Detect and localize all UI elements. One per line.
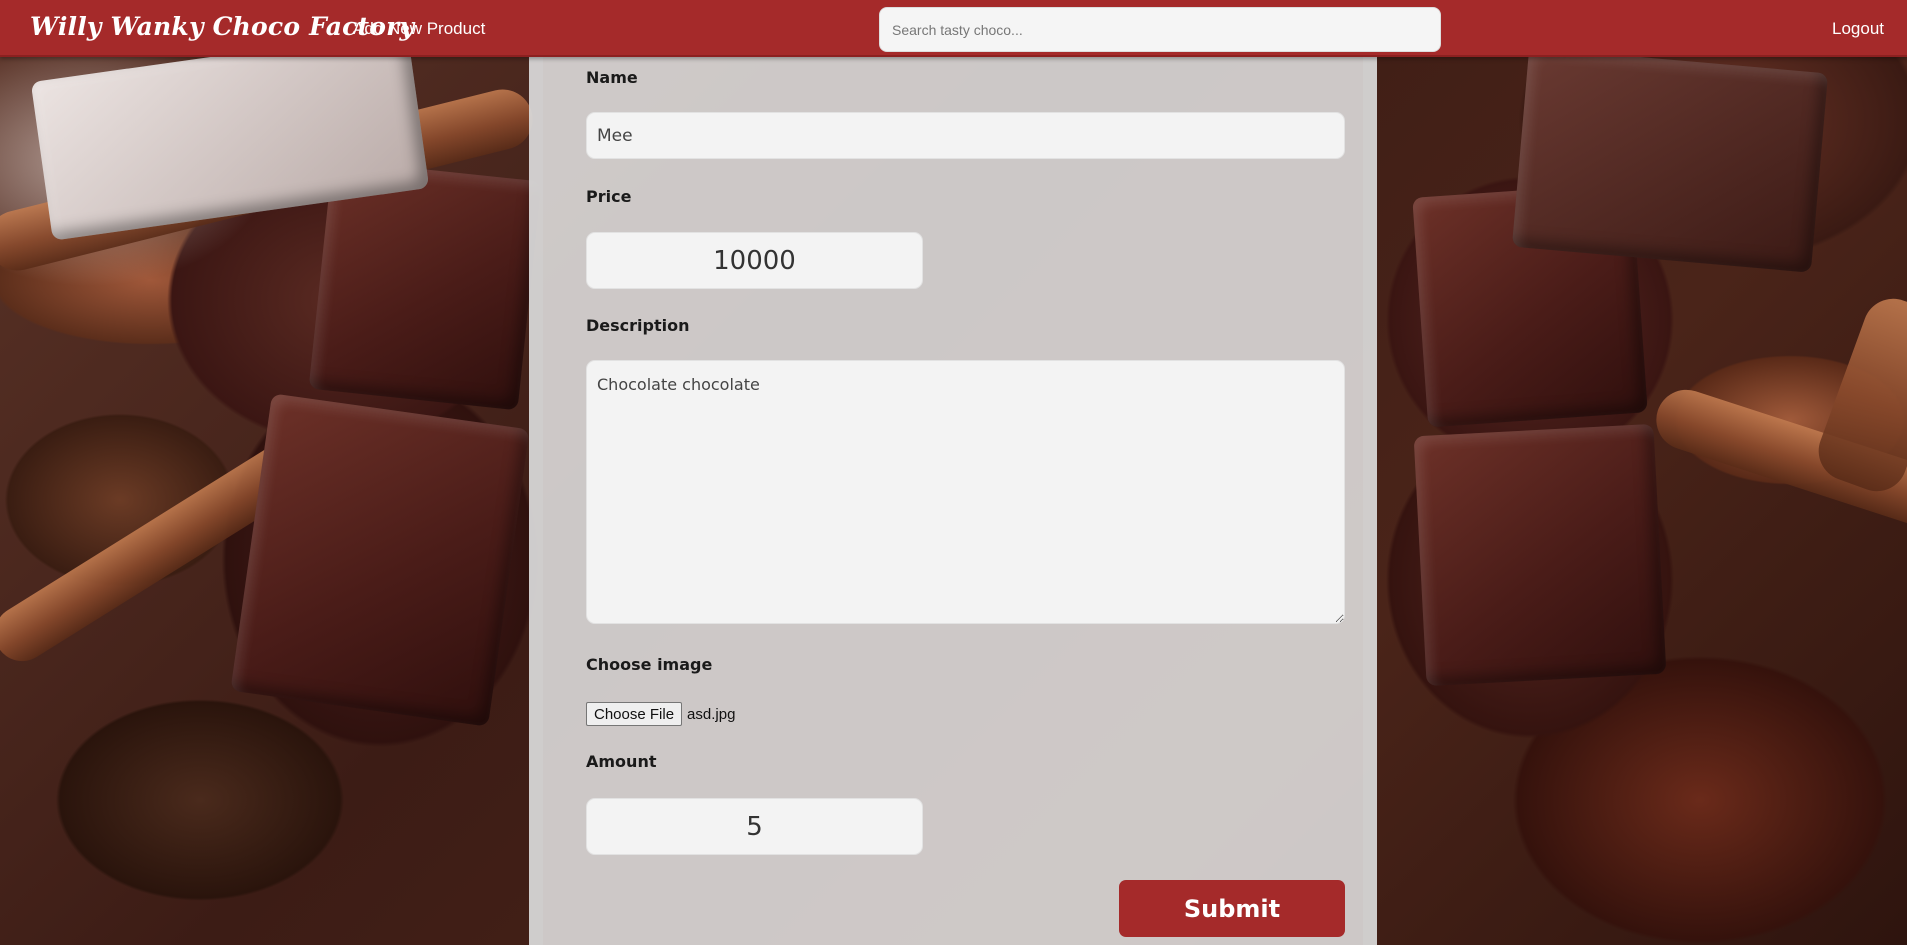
description-label: Description (586, 316, 690, 335)
description-textarea[interactable]: Chocolate chocolate (586, 360, 1345, 624)
add-product-form: Name Price Description Chocolate chocola… (529, 57, 1377, 945)
choose-image-label: Choose image (586, 655, 713, 674)
file-name: asd.jpg (687, 705, 736, 723)
search-input[interactable] (879, 7, 1441, 52)
file-input: Choose File asd.jpg (586, 702, 735, 726)
cinnamon-stick (1810, 290, 1907, 500)
logout-link[interactable]: Logout (1832, 19, 1884, 39)
chocolate-piece (230, 393, 530, 727)
amount-label: Amount (586, 752, 657, 771)
name-field[interactable] (586, 112, 1345, 159)
submit-button[interactable]: Submit (1119, 880, 1345, 937)
amount-field[interactable] (586, 798, 923, 855)
name-label: Name (586, 68, 638, 87)
choose-file-button[interactable]: Choose File (586, 702, 683, 726)
top-navbar: Willy Wanky Choco Factory Add New Produc… (0, 0, 1907, 57)
add-new-product-link[interactable]: Add New Product (353, 19, 485, 39)
chocolate-bar (1511, 47, 1829, 273)
price-field[interactable] (586, 232, 923, 289)
price-label: Price (586, 187, 632, 206)
chocolate-piece (1413, 423, 1667, 687)
